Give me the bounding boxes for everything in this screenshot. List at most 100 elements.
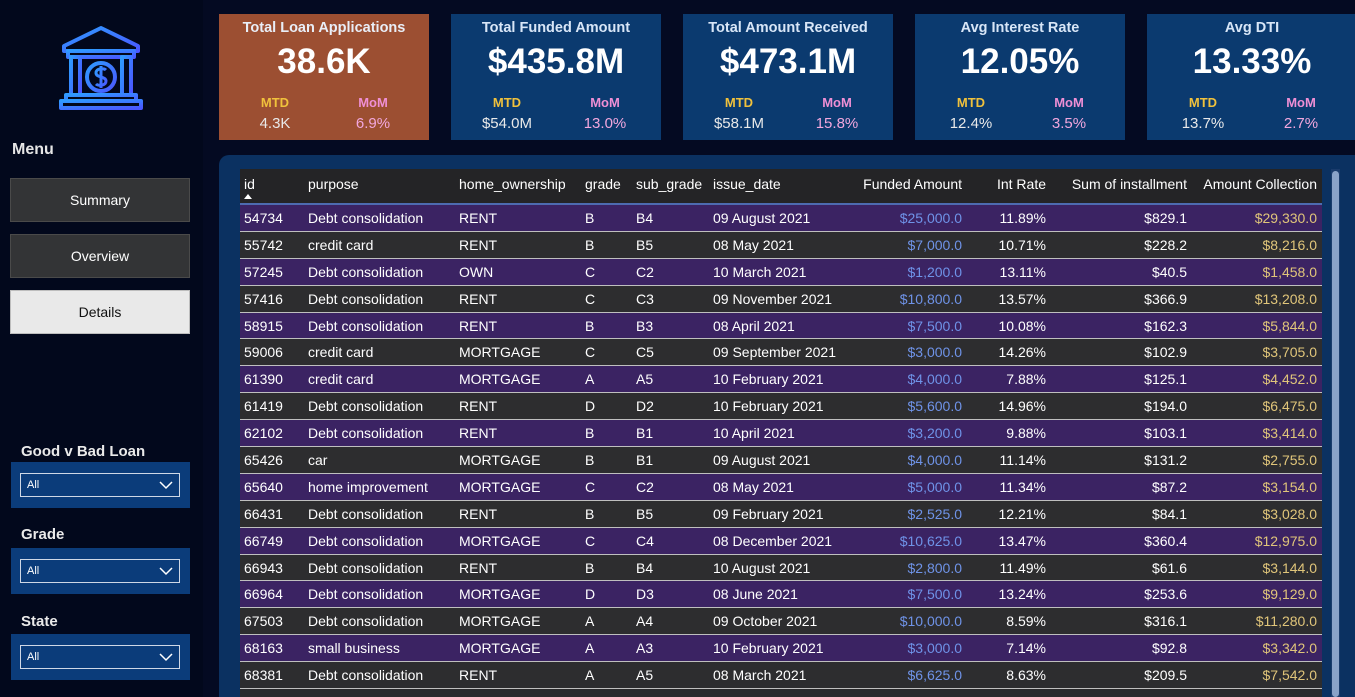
kpi-title: Avg DTI — [1224, 20, 1280, 36]
kpi-mom-value: 3.5% — [1051, 115, 1087, 132]
table-row[interactable]: 62102 Debt consolidation RENT B B1 10 April 2… — [240, 420, 1322, 448]
table-cell-amount-collection: $13,208.0 — [1254, 290, 1317, 307]
table-cell-sum-of-installment: $829.1 — [1144, 210, 1187, 226]
summary-button[interactable]: Summary — [10, 178, 190, 222]
table-cell-purpose: Debt consolidation — [308, 425, 424, 442]
kpi-mtd-label: MTD — [260, 95, 290, 110]
table-row[interactable]: 58915 Debt consolidation RENT B B3 08 April 2… — [240, 312, 1322, 340]
state-dropdown[interactable]: All — [20, 645, 180, 669]
table-cell-int-rate: 13.47% — [998, 532, 1046, 549]
table-cell-home-ownership: MORTGAGE — [459, 371, 541, 388]
column-header-home-ownership[interactable]: home_ownership — [459, 176, 566, 192]
table-cell-id: 66964 — [244, 586, 283, 603]
table-cell-sub-grade: B4 — [636, 210, 654, 226]
table-cell-issue-date: 09 August 2021 — [713, 452, 811, 469]
grade-dropdown[interactable]: All — [20, 559, 180, 583]
table-cell-sub-grade: A5 — [636, 371, 654, 388]
good-bad-loan-label: Good v Bad Loan — [21, 443, 146, 460]
table-cell-id: 68381 — [244, 667, 283, 684]
table-cell-purpose: credit card — [308, 371, 374, 388]
table-cell-funded-amount: $7,500.0 — [907, 586, 963, 603]
table-cell-sum-of-installment: $103.1 — [1144, 425, 1187, 442]
table-row[interactable]: 68163 small business MORTGAGE A A3 10 Februar… — [240, 635, 1322, 663]
table-scrollbar[interactable] — [1331, 169, 1340, 697]
column-header-grade[interactable]: grade — [585, 176, 621, 192]
table-cell-issue-date: 09 February 2021 — [713, 505, 824, 522]
table-row[interactable]: 65640 home improvement MORTGAGE C C2 08 May 2… — [240, 473, 1322, 501]
table-cell-funded-amount: $6,625.0 — [907, 667, 963, 684]
table-cell-purpose: Debt consolidation — [308, 505, 424, 522]
table-row[interactable]: 65426 car MORTGAGE B B1 09 August 2021 $4,000.… — [240, 447, 1322, 474]
table-row[interactable]: 67503 Debt consolidation MORTGAGE A A4 09 Oct… — [240, 608, 1322, 636]
table-cell-id: 59006 — [244, 344, 283, 361]
table-cell-sub-grade: C5 — [636, 344, 654, 361]
table-cell-int-rate: 12.21% — [998, 505, 1046, 522]
table-cell-home-ownership: RENT — [459, 290, 498, 307]
table-row[interactable]: 54734 Debt consolidation RENT B B4 09 August … — [240, 205, 1322, 232]
table-row[interactable]: 66943 Debt consolidation RENT B B4 10 August … — [240, 554, 1322, 582]
table-row[interactable]: 57416 Debt consolidation RENT C C3 09 Novembe… — [240, 285, 1322, 313]
chevron-down-icon — [159, 481, 173, 490]
table-cell-purpose: credit card — [308, 344, 374, 361]
table-cell-issue-date: 10 March 2021 — [713, 263, 807, 280]
table-cell-grade: C — [585, 532, 596, 549]
kpi-mom-value: 6.9% — [355, 115, 391, 132]
table-cell-grade: B — [585, 317, 595, 334]
column-header-issue-date[interactable]: issue_date — [713, 176, 781, 192]
table-cell-sub-grade: B3 — [636, 317, 654, 334]
sort-ascending-icon[interactable] — [244, 194, 252, 199]
table-row[interactable]: 66431 Debt consolidation RENT B B5 09 Februar… — [240, 500, 1322, 528]
table-cell-purpose: Debt consolidation — [308, 559, 424, 576]
table-cell-grade: C — [585, 478, 596, 495]
scrollbar-thumb[interactable] — [1332, 171, 1339, 697]
column-header-funded-amount[interactable]: Funded Amount — [863, 176, 962, 192]
table-cell-home-ownership: RENT — [459, 317, 498, 334]
overview-button[interactable]: Overview — [10, 234, 190, 278]
table-row[interactable]: 61419 Debt consolidation RENT D D2 10 Februar… — [240, 393, 1322, 421]
loan-details-table: id purpose home_ownership grade sub_grade iss… — [240, 169, 1322, 697]
kpi-card: Avg DTI 13.33% MTD MoM 13.7% 2.7% — [1147, 14, 1355, 140]
good-bad-loan-value: All — [27, 479, 40, 491]
table-row[interactable]: 66964 Debt consolidation MORTGAGE D D3 08 Jun… — [240, 581, 1322, 609]
kpi-mtd-value: $54.0M — [481, 115, 533, 132]
table-cell-sum-of-installment: $228.2 — [1144, 236, 1187, 253]
table-header: id purpose home_ownership grade sub_grade iss… — [240, 169, 1322, 205]
table-cell-sub-grade: C4 — [636, 532, 654, 549]
column-header-purpose[interactable]: purpose — [308, 176, 359, 192]
kpi-mom-label: MoM — [822, 95, 852, 110]
table-cell-sub-grade: B1 — [636, 452, 654, 469]
table-cell-grade: C — [585, 344, 596, 361]
table-row[interactable]: 57245 Debt consolidation OWN C C2 10 March 20… — [240, 258, 1322, 286]
column-header-sum-of-installment[interactable]: Sum of installment — [1072, 176, 1187, 192]
table-cell-int-rate: 11.49% — [999, 559, 1046, 576]
column-header-id[interactable]: id — [244, 176, 255, 192]
table-cell-int-rate: 8.63% — [1006, 667, 1046, 684]
table-cell-home-ownership: RENT — [459, 425, 498, 442]
table-cell-issue-date: 10 February 2021 — [713, 398, 824, 415]
table-row[interactable]: 61390 credit card MORTGAGE A A5 10 February 2… — [240, 366, 1322, 394]
table-cell-int-rate: 13.57% — [998, 290, 1046, 307]
table-cell-sub-grade: A3 — [636, 640, 654, 657]
table-cell-issue-date: 10 February 2021 — [713, 640, 824, 657]
table-cell-amount-collection: $2,755.0 — [1262, 452, 1318, 469]
table-cell-sub-grade: A4 — [636, 613, 654, 630]
details-button[interactable]: Details — [10, 290, 190, 334]
table-cell-issue-date: 08 May 2021 — [713, 236, 794, 253]
column-header-int-rate[interactable]: Int Rate — [997, 176, 1046, 192]
table-cell-id: 57416 — [244, 290, 283, 307]
column-header-amount-collection[interactable]: Amount Collection — [1203, 176, 1317, 192]
table-cell-funded-amount: $1,200.0 — [907, 263, 963, 280]
table-cell-grade: A — [585, 640, 595, 657]
column-header-sub-grade[interactable]: sub_grade — [636, 176, 702, 192]
table-cell-funded-amount: $3,200.0 — [907, 425, 963, 442]
table-cell-id: 61390 — [244, 371, 283, 388]
table-row[interactable]: 68381 Debt consolidation RENT A A5 08 March 2… — [240, 662, 1322, 690]
table-cell-purpose: small business — [308, 640, 400, 657]
table-cell-amount-collection: $8,216.0 — [1262, 236, 1318, 253]
table-row[interactable]: 66749 Debt consolidation MORTGAGE C C4 08 Dec… — [240, 527, 1322, 555]
table-cell-grade: D — [585, 586, 596, 603]
table-row[interactable]: 55742 credit card RENT B B5 08 May 2021 $7,000… — [240, 231, 1322, 259]
table-cell-funded-amount: $2,525.0 — [907, 505, 963, 522]
good-bad-loan-dropdown[interactable]: All — [20, 473, 180, 497]
table-row[interactable]: 59006 credit card MORTGAGE C C5 09 September … — [240, 339, 1322, 367]
